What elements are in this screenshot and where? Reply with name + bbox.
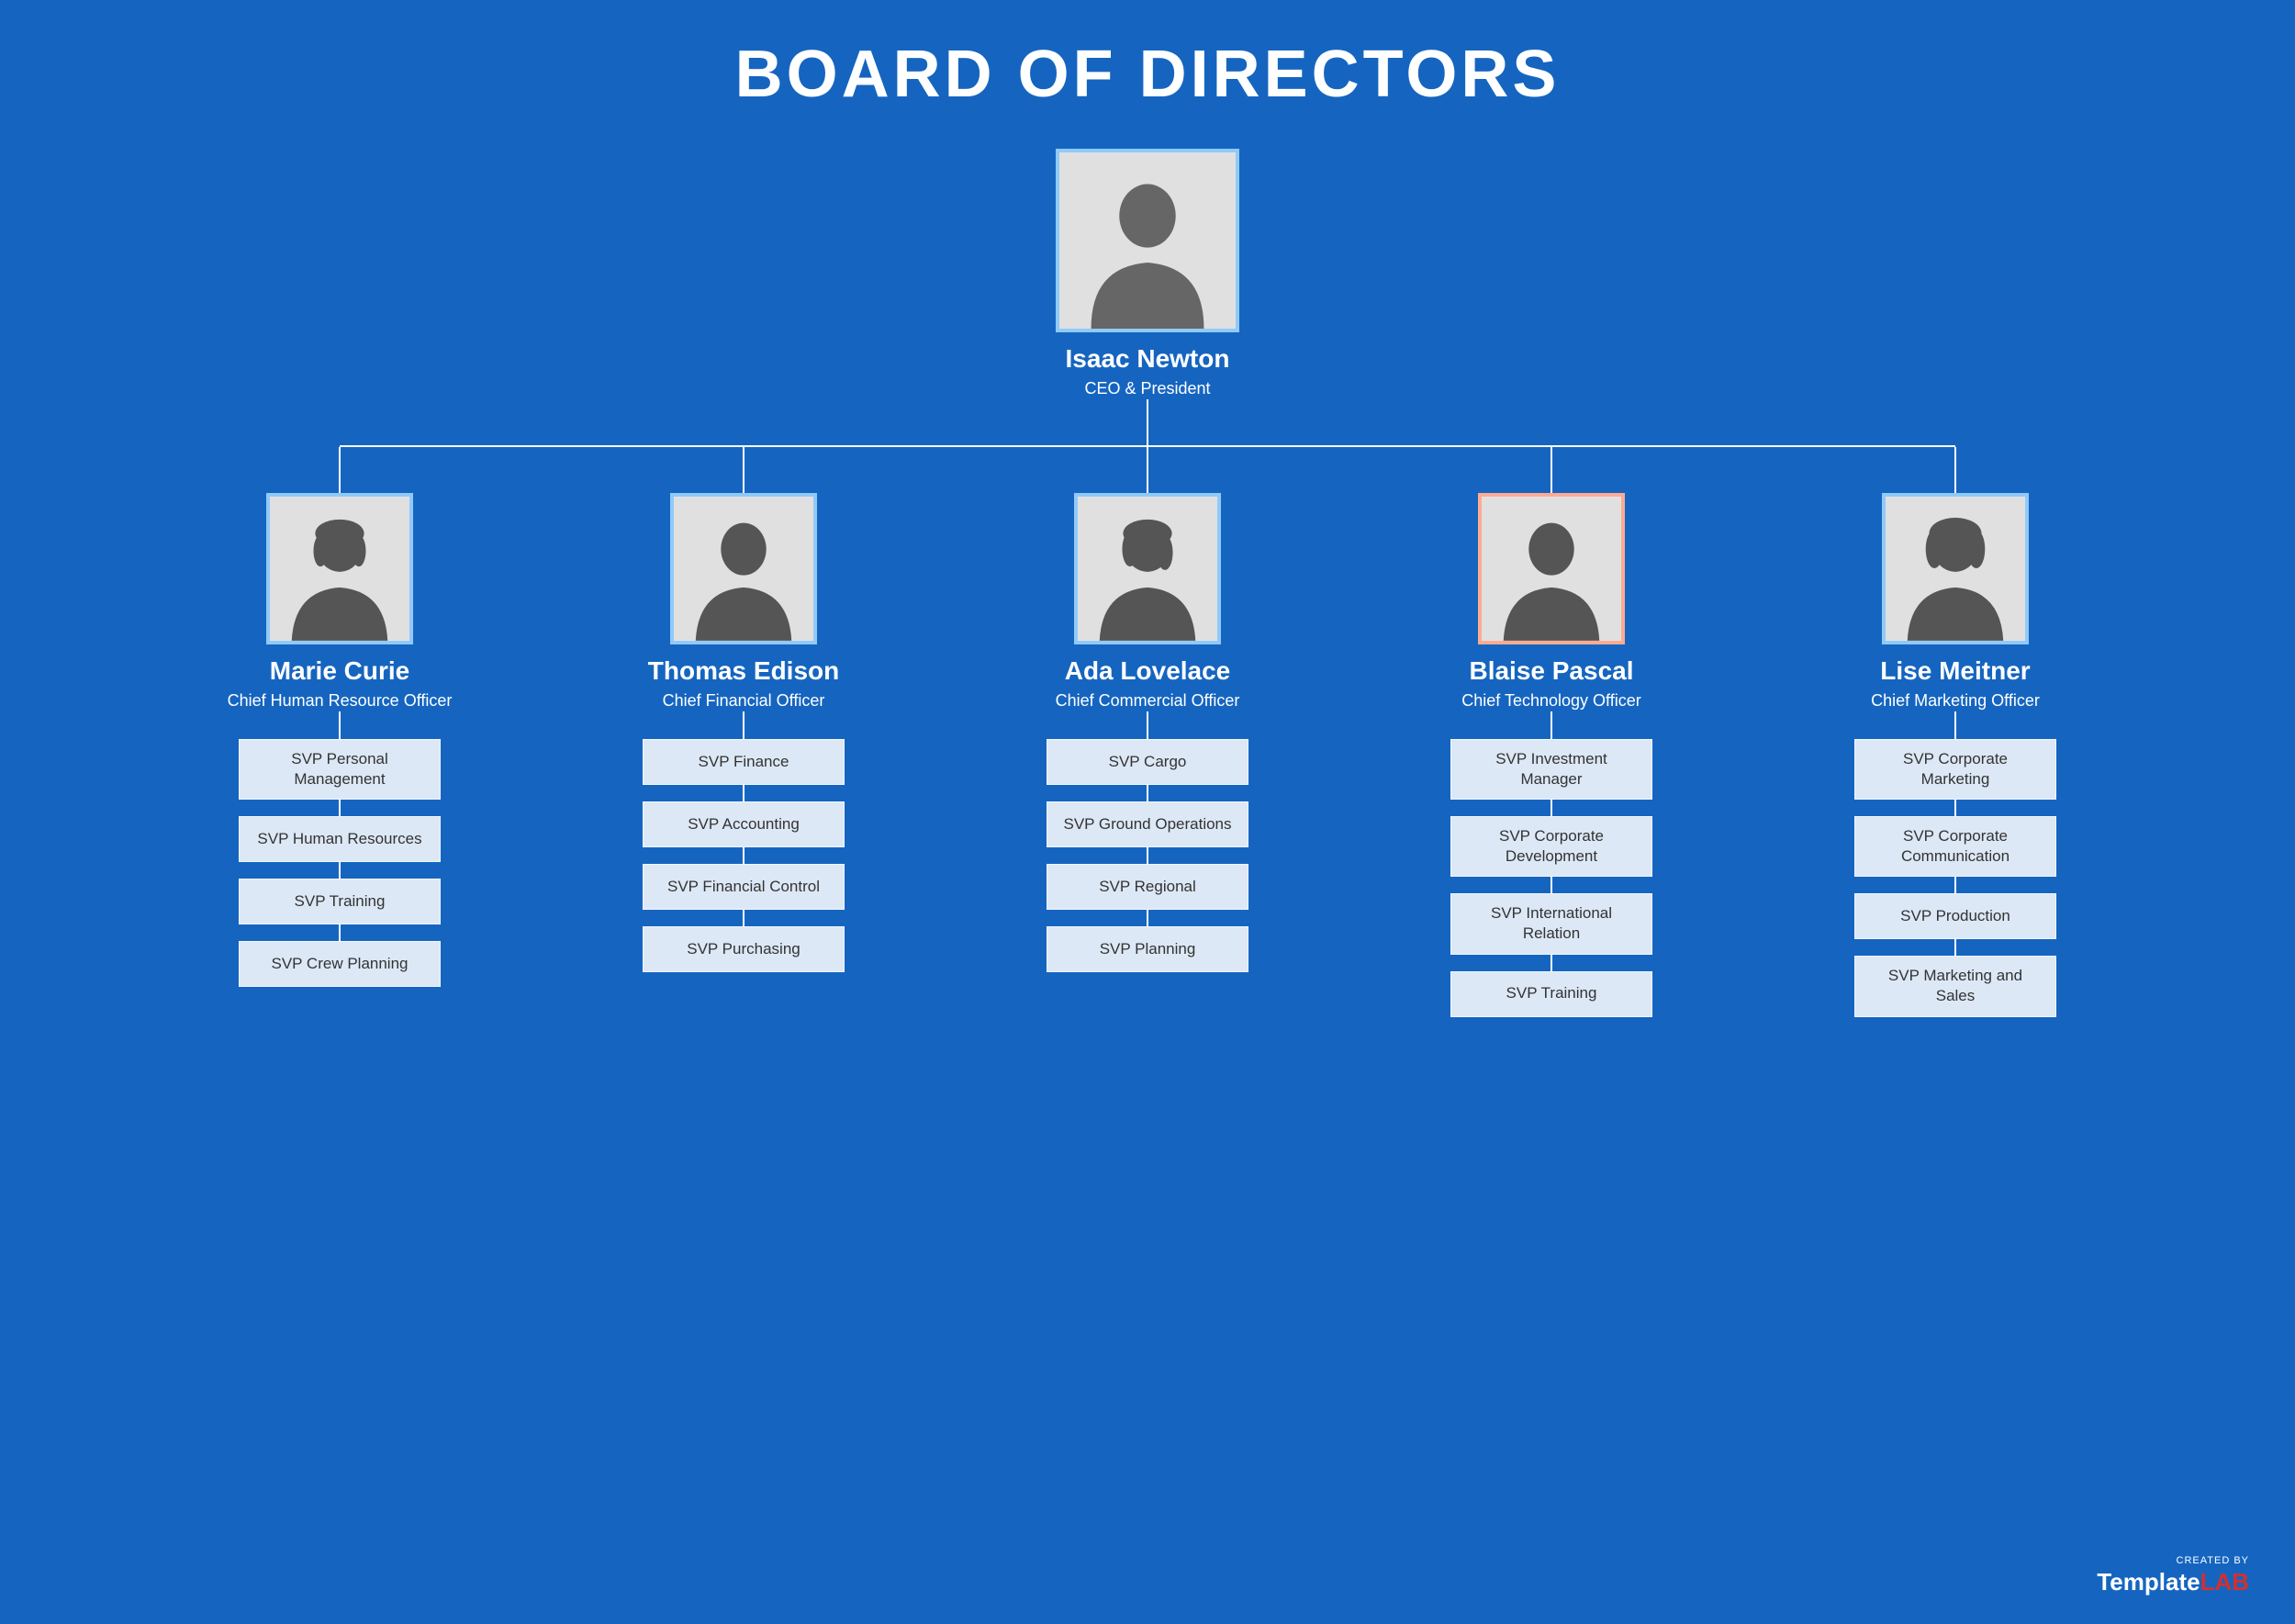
svp-4-3: SVP Marketing and Sales [1854,956,2056,1016]
svp-conn-0-0 [339,800,341,816]
vert-drop-1 [743,447,744,493]
h-line [340,445,1955,447]
svp-list-3: SVP Investment Manager SVP Corporate Dev… [1450,739,1652,1017]
child-silhouette-4-icon [1886,493,2025,644]
ceo-silhouette-icon [1059,149,1236,332]
svp-conn-1-1 [743,847,744,864]
child-card-2: Ada Lovelace Chief Commercial Officer [1056,493,1240,711]
svp-2-1: SVP Ground Operations [1047,801,1248,847]
ceo-card: Isaac Newton CEO & President [1056,149,1239,399]
child-col-4: Lise Meitner Chief Marketing Officer SVP… [1790,447,2121,1017]
ceo-avatar-box [1056,149,1239,332]
org-chart: Isaac Newton CEO & President [46,149,2249,1017]
vert-drop-4 [1954,447,1956,493]
child-role-4: Chief Marketing Officer [1871,690,2040,711]
svp-4-2: SVP Production [1854,893,2056,939]
svp-conn-4-2 [1954,939,1956,956]
svp-1-3: SVP Purchasing [643,926,845,972]
child-col-0: Marie Curie Chief Human Resource Officer… [174,447,505,987]
child-name-3: Blaise Pascal [1469,655,1633,687]
ceo-vertical-connector [1147,399,1148,445]
child-silhouette-0-icon [270,493,409,644]
svp-conn-2-1 [1147,847,1148,864]
child-name-2: Ada Lovelace [1065,655,1231,687]
vert-to-svp-0 [339,711,341,739]
svp-0-0: SVP Personal Management [239,739,441,800]
svp-0-3: SVP Crew Planning [239,941,441,987]
vert-drop-2 [1147,447,1148,493]
page-title: BOARD OF DIRECTORS [735,37,1561,112]
svp-2-2: SVP Regional [1047,864,1248,910]
vert-to-svp-4 [1954,711,1956,739]
child-avatar-4 [1882,493,2029,644]
child-silhouette-3-icon [1482,493,1621,644]
svp-3-0: SVP Investment Manager [1450,739,1652,800]
child-avatar-2 [1074,493,1221,644]
svp-conn-1-2 [743,910,744,926]
child-role-0: Chief Human Resource Officer [228,690,453,711]
svp-conn-4-0 [1954,800,1956,816]
svp-1-1: SVP Accounting [643,801,845,847]
svp-0-2: SVP Training [239,879,441,924]
child-role-2: Chief Commercial Officer [1056,690,1240,711]
svp-3-1: SVP Corporate Development [1450,816,1652,877]
svp-conn-4-1 [1954,877,1956,893]
child-silhouette-1-icon [674,493,813,644]
vert-drop-3 [1551,447,1552,493]
child-avatar-1 [670,493,817,644]
brand-red-text: LAB [2200,1568,2249,1596]
svp-list-0: SVP Personal Management SVP Human Resour… [239,739,441,987]
svp-3-3: SVP Training [1450,971,1652,1017]
svp-conn-3-2 [1551,955,1552,971]
svp-1-2: SVP Financial Control [643,864,845,910]
svp-2-3: SVP Planning [1047,926,1248,972]
child-col-3: Blaise Pascal Chief Technology Officer S… [1386,447,1717,1017]
svp-conn-0-2 [339,924,341,941]
ceo-role: CEO & President [1084,378,1210,399]
horizontal-branch [138,445,2157,447]
svp-list-4: SVP Corporate Marketing SVP Corporate Co… [1854,739,2056,1017]
ceo-name: Isaac Newton [1066,343,1230,375]
brand-white-text: Template [2097,1568,2200,1596]
vert-to-svp-2 [1147,711,1148,739]
svp-conn-0-1 [339,862,341,879]
svp-3-2: SVP International Relation [1450,893,1652,954]
vert-to-svp-3 [1551,711,1552,739]
child-name-0: Marie Curie [270,655,410,687]
svp-conn-2-2 [1147,910,1148,926]
child-card-3: Blaise Pascal Chief Technology Officer [1461,493,1640,711]
child-silhouette-2-icon [1078,493,1217,644]
child-card-1: Thomas Edison Chief Financial Officer [648,493,839,711]
svp-2-0: SVP Cargo [1047,739,1248,785]
watermark: CREATED BY TemplateLAB [2097,1555,2249,1596]
child-role-3: Chief Technology Officer [1461,690,1640,711]
children-row: Marie Curie Chief Human Resource Officer… [138,447,2157,1017]
svp-1-0: SVP Finance [643,739,845,785]
svp-list-1: SVP Finance SVP Accounting SVP Financial… [643,739,845,972]
child-avatar-0 [266,493,413,644]
svp-conn-2-0 [1147,785,1148,801]
child-avatar-3 [1478,493,1625,644]
svp-conn-3-1 [1551,877,1552,893]
svp-0-1: SVP Human Resources [239,816,441,862]
child-role-1: Chief Financial Officer [663,690,825,711]
vert-to-svp-1 [743,711,744,739]
child-card-4: Lise Meitner Chief Marketing Officer [1871,493,2040,711]
svp-4-0: SVP Corporate Marketing [1854,739,2056,800]
svp-4-1: SVP Corporate Communication [1854,816,2056,877]
svp-list-2: SVP Cargo SVP Ground Operations SVP Regi… [1047,739,1248,972]
ceo-node: Isaac Newton CEO & President [1056,149,1239,445]
svp-conn-1-0 [743,785,744,801]
created-by-label: CREATED BY [2177,1555,2249,1566]
child-name-1: Thomas Edison [648,655,839,687]
brand-logo: TemplateLAB [2097,1568,2249,1596]
child-col-2: Ada Lovelace Chief Commercial Officer SV… [982,447,1313,972]
vert-drop-0 [339,447,341,493]
child-col-1: Thomas Edison Chief Financial Officer SV… [578,447,909,972]
child-name-4: Lise Meitner [1880,655,2030,687]
child-card-0: Marie Curie Chief Human Resource Officer [228,493,453,711]
svp-conn-3-0 [1551,800,1552,816]
